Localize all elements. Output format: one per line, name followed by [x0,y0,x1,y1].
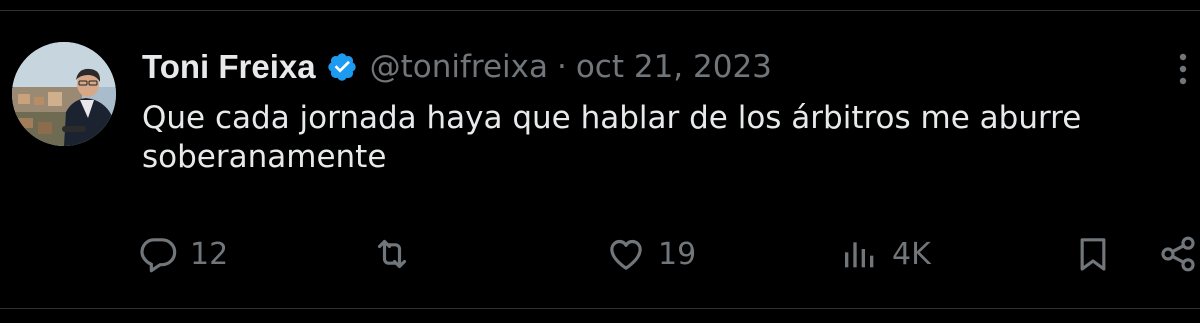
avatar[interactable] [12,42,116,146]
reply-icon [140,238,177,273]
views-count: 4K [892,236,931,272]
reply-count: 12 [190,236,229,272]
like-count: 19 [658,236,697,272]
views-chart-icon [845,242,874,268]
bookmark-icon [1080,238,1106,271]
tweet-text-line: soberanamente [142,139,387,175]
tweet-header: Toni Freixa @tonifreixa · oct 21, 2023 [142,44,772,90]
bottom-divider [0,308,1200,323]
share-button[interactable] [1158,230,1198,278]
tweet-date[interactable]: oct 21, 2023 [576,49,772,85]
avatar-image [12,42,116,146]
tweet-text-line: Que cada jornada haya que hablar de los … [142,100,1082,136]
top-divider [0,0,1200,11]
tweet-text: Que cada jornada haya que hablar de los … [142,99,1200,177]
header-separator: · [556,49,567,85]
like-button[interactable]: 19 [606,230,696,278]
author-handle[interactable]: @tonifreixa [370,49,548,85]
bookmark-button[interactable] [1073,230,1113,278]
retweet-icon [377,239,407,269]
reply-button[interactable]: 12 [138,230,228,278]
retweet-button[interactable] [372,230,424,278]
heart-icon [610,239,642,270]
verified-badge-icon [327,53,356,81]
more-options-icon[interactable] [1166,52,1200,86]
share-icon [1161,236,1195,272]
views-button[interactable]: 4K [840,230,931,278]
tweet-actions-bar: 12 19 4K [0,230,1200,278]
author-name[interactable]: Toni Freixa [142,48,316,86]
